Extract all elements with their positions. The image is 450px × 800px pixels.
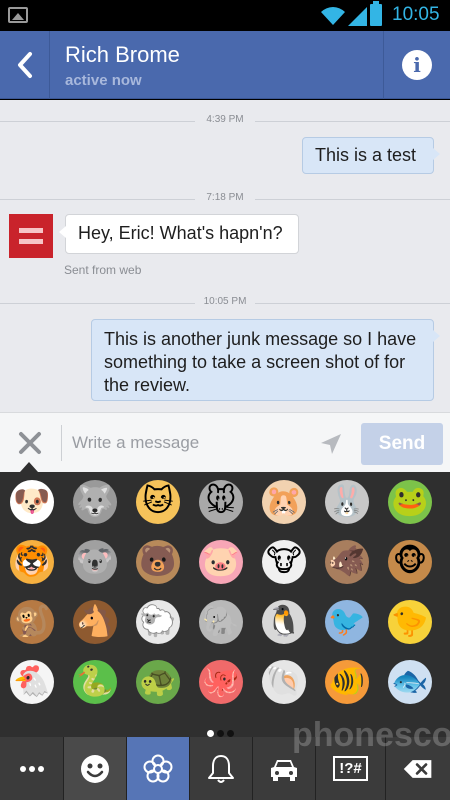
divider: [61, 425, 62, 461]
signal-icon: [348, 7, 367, 26]
message-text: This is a test: [315, 145, 417, 165]
emoji-monkey-face[interactable]: 🐵: [378, 532, 442, 592]
tab-smileys[interactable]: [64, 737, 127, 800]
emoji-koala-face[interactable]: 🐨: [63, 532, 127, 592]
emoji-tiger-face[interactable]: 🐯: [0, 532, 64, 592]
timestamp-divider: 7:18 PM: [0, 192, 450, 206]
emoji-boar-face[interactable]: 🐗: [315, 532, 379, 592]
location-arrow-icon[interactable]: [320, 433, 342, 455]
emoji-sheep[interactable]: 🐑: [126, 592, 190, 652]
image-notification-icon: [8, 7, 28, 23]
watermark: phonescoop: [292, 716, 450, 754]
timestamp-label: 10:05 PM: [203, 296, 247, 307]
send-button[interactable]: Send: [361, 423, 443, 465]
timestamp-label: 7:18 PM: [206, 192, 244, 203]
tab-nature[interactable]: [127, 737, 190, 800]
emoji-panel: 🐶 🐺 🐱 🐭 🐹 🐰 🐸 🐯 🐨 🐻 🐷 🐮 🐗 🐵 🐒 🐴 🐑 🐘 🐧 🐦 …: [0, 472, 450, 737]
status-time: 10:05: [392, 4, 440, 25]
emoji-horse-face[interactable]: 🐴: [63, 592, 127, 652]
bell-icon: [208, 754, 234, 783]
chevron-left-icon: [17, 52, 32, 78]
symbols-label: !?#: [333, 756, 368, 781]
avatar[interactable]: [9, 214, 53, 258]
emoji-panel-pointer: [20, 462, 38, 472]
conversation-header: Rich Brome active now i: [0, 31, 450, 99]
message-text: This is another junk message so I have s…: [104, 329, 417, 395]
page-dot: [227, 730, 234, 737]
incoming-message-bubble[interactable]: Hey, Eric! What's hapn'n?: [59, 214, 299, 254]
message-source: Sent from web: [64, 263, 142, 277]
close-emoji-button[interactable]: [16, 429, 44, 457]
emoji-elephant[interactable]: 🐘: [189, 592, 253, 652]
message-composer: Send: [0, 412, 450, 472]
ellipsis-icon: [19, 765, 44, 772]
emoji-dog-face[interactable]: 🐶: [0, 472, 64, 532]
emoji-cat-face[interactable]: 🐱: [126, 472, 190, 532]
message-thread: 4:39 PM This is a test 7:18 PM Hey, Eric…: [0, 100, 450, 412]
timestamp-label: 4:39 PM: [206, 114, 244, 125]
emoji-chicken[interactable]: 🐔: [0, 652, 64, 712]
timestamp-divider: 10:05 PM: [0, 296, 450, 310]
emoji-frog-face[interactable]: 🐸: [378, 472, 442, 532]
emoji-mouse-face[interactable]: 🐭: [189, 472, 253, 532]
message-input[interactable]: [64, 425, 314, 461]
timestamp-divider: 4:39 PM: [0, 114, 450, 128]
emoji-spiral-shell[interactable]: 🐚: [252, 652, 316, 712]
emoji-cow-face[interactable]: 🐮: [252, 532, 316, 592]
outgoing-message-bubble[interactable]: This is another junk message so I have s…: [91, 319, 440, 401]
emoji-turtle[interactable]: 🐢: [126, 652, 190, 712]
emoji-fish[interactable]: 🐟: [378, 652, 442, 712]
emoji-snake[interactable]: 🐍: [63, 652, 127, 712]
message-text: Hey, Eric! What's hapn'n?: [78, 223, 283, 243]
contact-name: Rich Brome: [65, 42, 180, 67]
flower-icon: [143, 754, 173, 782]
page-dot: [217, 730, 224, 737]
emoji-penguin[interactable]: 🐧: [252, 592, 316, 652]
backspace-icon: [403, 759, 432, 778]
emoji-hamster-face[interactable]: 🐹: [252, 472, 316, 532]
tab-more[interactable]: [0, 737, 64, 800]
emoji-monkey[interactable]: 🐒: [0, 592, 64, 652]
tab-objects[interactable]: [190, 737, 253, 800]
emoji-tropical-fish[interactable]: 🐠: [315, 652, 379, 712]
wifi-icon: [321, 7, 345, 25]
emoji-octopus[interactable]: 🐙: [189, 652, 253, 712]
contact-status: active now: [65, 72, 142, 89]
info-button[interactable]: i: [383, 31, 450, 99]
emoji-bird[interactable]: 🐦: [315, 592, 379, 652]
battery-icon: [370, 1, 382, 26]
smiley-icon: [81, 754, 109, 783]
back-button[interactable]: [0, 31, 50, 99]
emoji-wolf-face[interactable]: 🐺: [63, 472, 127, 532]
page-dot-active: [207, 730, 214, 737]
car-icon: [271, 759, 297, 781]
emoji-rabbit-face[interactable]: 🐰: [315, 472, 379, 532]
info-icon: i: [402, 50, 432, 80]
emoji-baby-chick[interactable]: 🐤: [378, 592, 442, 652]
emoji-bear-face[interactable]: 🐻: [126, 532, 190, 592]
status-bar: 10:05: [0, 0, 450, 31]
emoji-pig-face[interactable]: 🐷: [189, 532, 253, 592]
outgoing-message-bubble[interactable]: This is a test: [302, 137, 440, 174]
